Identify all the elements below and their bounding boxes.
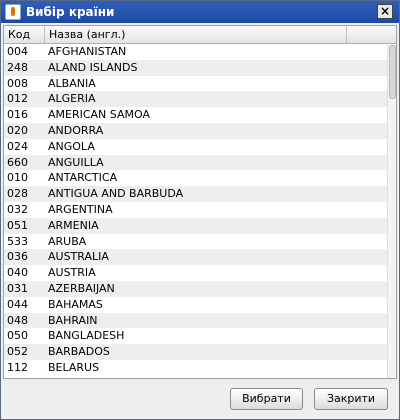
cell-name: BANGLADESH — [48, 329, 125, 343]
cell-code: 112 — [7, 360, 28, 374]
table-row[interactable]: 036 AUSTRALIA — [4, 249, 387, 266]
window-title: Вибір країни — [26, 5, 115, 19]
cell-code: 050 — [7, 329, 28, 343]
cell-name: BELARUS — [48, 360, 100, 374]
table-row[interactable]: 040 AUSTRIA — [4, 265, 387, 281]
cell-name: ANGOLA — [48, 139, 95, 153]
table-row[interactable]: 020 ANDORRA — [4, 122, 387, 139]
cell-code: 052 — [7, 345, 28, 359]
cell-name: ANDORRA — [48, 123, 104, 137]
cell-code: 051 — [7, 218, 28, 232]
table-row[interactable]: 016 AMERICAN SAMOA — [4, 107, 387, 123]
cell-name: BAHAMAS — [48, 297, 103, 311]
cell-name: ARMENIA — [48, 218, 99, 232]
select-button[interactable]: Вибрати — [230, 388, 303, 410]
cell-code: 533 — [7, 234, 28, 248]
cell-name: AFGHANISTAN — [48, 45, 127, 58]
table-row[interactable]: 248 ALAND ISLANDS — [4, 59, 387, 76]
column-header-code[interactable]: Код — [4, 26, 45, 43]
cell-name: AMERICAN SAMOA — [48, 108, 150, 122]
cell-code: 012 — [7, 92, 28, 106]
column-header-empty — [347, 26, 396, 43]
cell-name: ANTARCTICA — [48, 171, 118, 185]
vertical-scrollbar[interactable] — [387, 44, 396, 378]
table-row[interactable]: 660 ANGUILLA — [4, 154, 387, 171]
table-row[interactable]: 031 AZERBAIJAN — [4, 280, 387, 297]
table-row[interactable]: 032 ARGENTINA — [4, 202, 387, 218]
java-app-icon — [5, 4, 21, 20]
cell-code: 010 — [7, 171, 28, 185]
table-body: 004 AFGHANISTAN 248 ALAND ISLANDS 008 ALBANIA… — [4, 44, 387, 376]
cell-code: 032 — [7, 202, 28, 216]
table-row[interactable]: 024 ANGOLA — [4, 139, 387, 155]
cell-name: ALBANIA — [48, 76, 96, 90]
close-icon[interactable]: × — [377, 4, 393, 19]
cell-name: ARGENTINA — [48, 202, 113, 216]
close-button[interactable]: Закрити — [314, 388, 388, 410]
cell-name: BARBADOS — [48, 345, 110, 359]
cell-name: AZERBAIJAN — [48, 281, 115, 295]
cell-name: AUSTRIA — [48, 266, 96, 280]
table-row[interactable]: 051 ARMENIA — [4, 217, 387, 234]
table-row[interactable]: 012 ALGERIA — [4, 91, 387, 108]
table-header: Код Назва (англ.) — [4, 26, 396, 44]
cell-code: 040 — [7, 266, 28, 280]
column-header-name[interactable]: Назва (англ.) — [45, 26, 347, 43]
cell-code: 004 — [7, 45, 28, 58]
table-row[interactable]: 050 BANGLADESH — [4, 328, 387, 344]
scrollbar-thumb[interactable] — [389, 45, 396, 99]
country-table: Код Назва (англ.) 004 AFGHANISTAN 248 ALAND… — [3, 25, 397, 379]
cell-code: 008 — [7, 76, 28, 90]
cell-code: 660 — [7, 155, 28, 169]
country-picker-dialog: Вибір країни × Код Назва (англ.) 004 AFGH… — [0, 0, 400, 420]
cell-name: ALGERIA — [48, 92, 96, 106]
cell-code: 031 — [7, 281, 28, 295]
cell-code: 016 — [7, 108, 28, 122]
cell-code: 024 — [7, 139, 28, 153]
cell-name: ALAND ISLANDS — [48, 60, 138, 74]
cell-code: 020 — [7, 123, 28, 137]
table-row[interactable]: 052 BARBADOS — [4, 344, 387, 360]
table-row[interactable]: 533 ARUBA — [4, 234, 387, 250]
cell-name: ANTIGUA AND BARBUDA — [48, 187, 184, 201]
cell-name: ANGUILLA — [48, 155, 104, 169]
title-bar[interactable]: Вибір країни × — [1, 1, 399, 23]
cell-code: 048 — [7, 313, 28, 327]
table-row[interactable]: 004 AFGHANISTAN — [4, 44, 387, 60]
cell-name: BAHRAIN — [48, 313, 98, 327]
cell-code: 044 — [7, 297, 28, 311]
table-row[interactable]: 044 BAHAMAS — [4, 297, 387, 313]
table-row[interactable]: 010 ANTARCTICA — [4, 170, 387, 186]
cell-name: ARUBA — [48, 234, 87, 248]
cell-name: AUSTRALIA — [48, 250, 109, 264]
cell-code: 028 — [7, 187, 28, 201]
table-row[interactable]: 008 ALBANIA — [4, 76, 387, 92]
table-row[interactable]: 048 BAHRAIN — [4, 312, 387, 329]
cell-code: 248 — [7, 60, 28, 74]
table-row[interactable]: 112 BELARUS — [4, 360, 387, 376]
cell-code: 036 — [7, 250, 28, 264]
table-row[interactable]: 028 ANTIGUA AND BARBUDA — [4, 186, 387, 202]
